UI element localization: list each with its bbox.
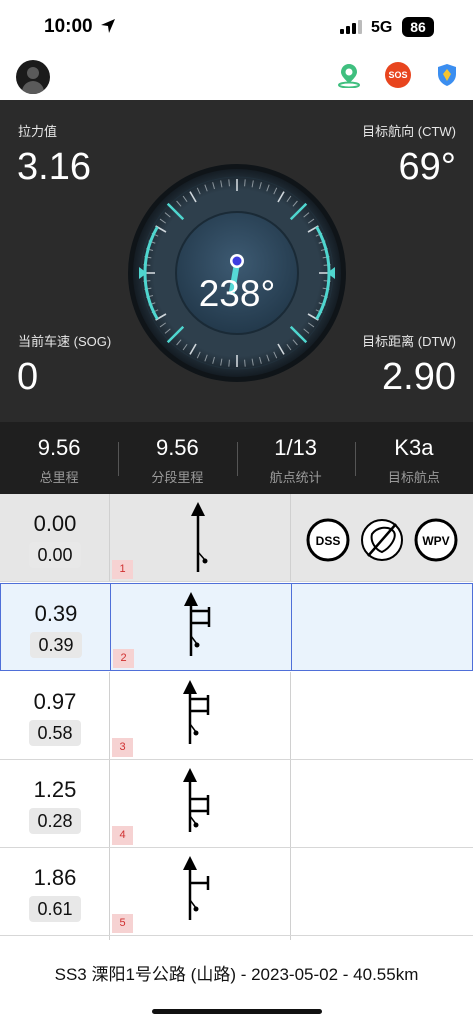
- row-partial-distance: 0.00: [29, 542, 81, 568]
- dss-icon: DSS: [306, 518, 350, 562]
- ctw-label: 目标航向 (CTW): [362, 124, 456, 139]
- summary-value: 1/13: [274, 435, 318, 460]
- row-number: 3: [112, 738, 133, 757]
- row-distance-cell: 0.97 0.58: [0, 672, 110, 759]
- row-total-distance: 1.25: [33, 777, 77, 802]
- battery-icon: 86: [402, 17, 434, 37]
- sog-value: 0: [17, 356, 39, 398]
- row-number: 1: [112, 560, 133, 579]
- network-type: 5G: [371, 19, 393, 36]
- ctw-value: 69°: [398, 146, 456, 188]
- wpv-label: WPV: [422, 534, 449, 548]
- status-bar: 10:00 5G 86: [0, 0, 473, 54]
- straight-arrow-icon: [191, 502, 208, 572]
- dss-label: DSS: [316, 534, 341, 548]
- row-diagram-cell: 2: [111, 584, 292, 670]
- summary-label: 航点统计: [269, 470, 322, 485]
- row-total-distance: 0.00: [33, 511, 77, 536]
- stage-title: SS3 溧阳1号公路 (山路) - 2023-05-02 - 40.55km: [54, 965, 419, 984]
- row-diagram-cell: 3: [110, 672, 291, 759]
- table-row[interactable]: 1.86 0.61 5: [0, 848, 473, 936]
- row-distance-cell: 0.39 0.39: [1, 584, 111, 670]
- row-distance-cell: 1.86 0.61: [0, 848, 110, 935]
- row-notes-cell: [291, 672, 473, 759]
- table-row[interactable]: 0.97 0.58 3: [0, 672, 473, 760]
- row-notes-cell: DSS WPV: [291, 494, 473, 581]
- row-number: 5: [112, 914, 133, 933]
- table-row[interactable]: 0.39 0.39 2: [0, 583, 473, 671]
- pull-value: 3.16: [17, 146, 91, 188]
- junction-arrow-icon: [183, 768, 210, 832]
- table-row[interactable]: 1.25 0.28 4: [0, 760, 473, 848]
- summary-waypoint-stats: 1/13 航点统计: [236, 422, 355, 494]
- status-time: 10:00: [44, 16, 93, 37]
- row-partial-distance: 0.58: [29, 720, 81, 746]
- signal-icon: [340, 20, 362, 34]
- summary-label: 总里程: [39, 470, 79, 485]
- summary-target-waypoint: K3a 目标航点: [354, 422, 473, 494]
- footer: SS3 溧阳1号公路 (山路) - 2023-05-02 - 40.55km: [0, 940, 473, 1024]
- summary-label: 目标航点: [387, 470, 440, 485]
- summary-strip: 9.56 总里程 9.56 分段里程 1/13 航点统计 K3a 目标航点: [0, 422, 473, 494]
- top-bar: SOS: [0, 54, 473, 100]
- heading-value: 238°: [198, 273, 276, 314]
- map-pin-icon[interactable]: [336, 62, 362, 88]
- row-notes-cell: [291, 848, 473, 935]
- home-indicator[interactable]: [152, 1009, 322, 1014]
- row-diagram-cell: 4: [110, 760, 291, 847]
- avatar[interactable]: [16, 60, 50, 94]
- row-number: 4: [112, 826, 133, 845]
- summary-total-distance: 9.56 总里程: [0, 422, 118, 494]
- row-partial-distance: 0.61: [29, 896, 81, 922]
- summary-label: 分段里程: [151, 470, 204, 485]
- junction-arrow-icon: [183, 856, 210, 920]
- row-diagram-cell: 1: [110, 494, 291, 581]
- summary-value: K3a: [394, 435, 434, 460]
- dashboard: 拉力值 3.16 目标航向 (CTW) 69° 当前车速 (SOG) 0 目标距…: [0, 100, 473, 422]
- dtw-value: 2.90: [382, 356, 456, 398]
- row-number: 2: [113, 649, 134, 668]
- junction-arrow-icon: [184, 592, 211, 656]
- junction-arrow-icon: [183, 680, 210, 744]
- sos-icon[interactable]: SOS: [385, 62, 411, 88]
- sog-label: 当前车速 (SOG): [18, 334, 112, 349]
- summary-value: 9.56: [155, 435, 199, 460]
- row-total-distance: 0.39: [34, 601, 78, 626]
- summary-value: 9.56: [37, 435, 81, 460]
- table-row[interactable]: 0.00 0.00 1 DSS WPV: [0, 494, 473, 582]
- row-partial-distance: 0.39: [30, 632, 82, 658]
- row-distance-cell: 1.25 0.28: [0, 760, 110, 847]
- row-partial-distance: 0.28: [29, 808, 81, 834]
- roadbook-list[interactable]: 0.00 0.00 1 DSS WPV 0.39 0.39 2 0.97 0.5…: [0, 494, 473, 940]
- no-map-icon: [361, 519, 403, 561]
- pull-label: 拉力值: [18, 124, 58, 139]
- dtw-label: 目标距离 (DTW): [362, 334, 456, 349]
- summary-segment-distance: 9.56 分段里程: [118, 422, 236, 494]
- wpv-icon: WPV: [414, 518, 458, 562]
- row-distance-cell: 0.00 0.00: [0, 494, 110, 581]
- row-notes-cell: [292, 584, 473, 670]
- shield-icon[interactable]: [434, 62, 460, 88]
- row-total-distance: 0.97: [33, 689, 77, 714]
- row-diagram-cell: 5: [110, 848, 291, 935]
- location-arrow-icon: [101, 19, 115, 33]
- row-total-distance: 1.86: [33, 865, 77, 890]
- row-notes-cell: [291, 760, 473, 847]
